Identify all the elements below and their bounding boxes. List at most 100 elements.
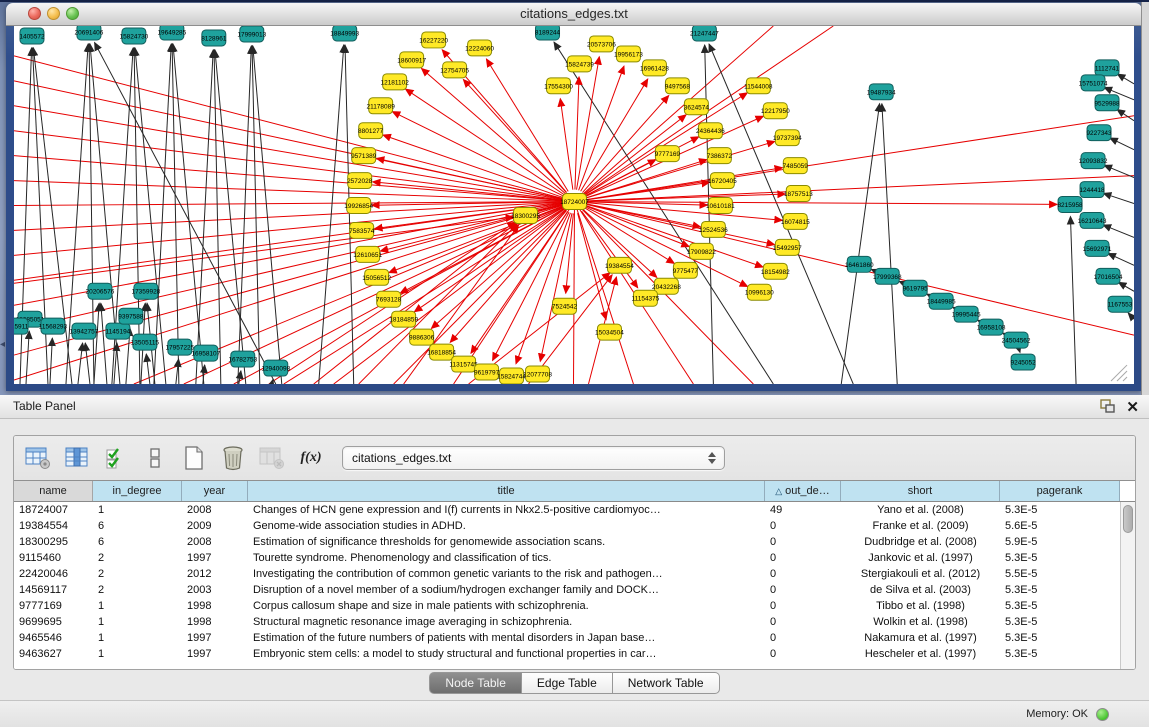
graph-node[interactable]: 12093832 (1079, 153, 1108, 169)
table-cell[interactable]: Embryonic stem cells: a model to study s… (248, 646, 765, 662)
table-cell[interactable]: Dudbridge et al. (2008) (841, 534, 1000, 550)
table-cell[interactable]: 0 (765, 598, 841, 614)
graph-node[interactable]: 16782753 (228, 351, 257, 367)
graph-node[interactable]: 15034504 (595, 324, 624, 340)
citation-network-graph[interactable]: 1872400716227220186009171218110221178089… (14, 26, 1134, 384)
graph-node[interactable]: 11544008 (744, 78, 773, 94)
graph-node[interactable]: 16961428 (640, 60, 669, 76)
table-cell[interactable]: 5.3E-5 (1000, 502, 1120, 518)
table-cell[interactable]: 0 (765, 566, 841, 582)
network-canvas[interactable]: 1872400716227220186009171218110221178089… (14, 26, 1134, 384)
graph-node[interactable]: 18724007 (560, 194, 589, 210)
table-cell[interactable]: 22420046 (14, 566, 93, 582)
show-columns-icon[interactable] (63, 444, 91, 472)
table-cell[interactable]: 1997 (182, 630, 248, 646)
table-cell[interactable]: 0 (765, 582, 841, 598)
graph-node[interactable]: 3915911 (14, 318, 29, 334)
graph-node[interactable]: 17957225 (165, 339, 194, 355)
table-cell[interactable]: 1997 (182, 550, 248, 566)
graph-node[interactable]: 20206576 (86, 283, 115, 299)
table-cell[interactable]: 1998 (182, 598, 248, 614)
table-cell[interactable]: Estimation of the future numbers of pati… (248, 630, 765, 646)
column-header-in_degree[interactable]: in_degree (93, 481, 182, 501)
table-cell[interactable]: 5.6E-5 (1000, 518, 1120, 534)
table-cell[interactable]: 0 (765, 550, 841, 566)
network-window-titlebar[interactable]: citations_edges.txt (6, 3, 1142, 26)
graph-node[interactable]: 9571389 (351, 148, 377, 164)
table-cell[interactable]: Wolkin et al. (1998) (841, 614, 1000, 630)
graph-node[interactable]: 19995445 (952, 306, 981, 322)
new-document-icon[interactable] (180, 444, 208, 472)
table-row[interactable]: 1938455462009Genome-wide association stu… (14, 518, 1120, 534)
close-icon[interactable]: ✕ (1126, 396, 1139, 419)
table-cell[interactable]: Nakamura et al. (1997) (841, 630, 1000, 646)
graph-node[interactable]: 21247447 (690, 26, 719, 41)
graph-node[interactable]: 12754705 (440, 62, 469, 78)
table-cell[interactable]: Hescheler et al. (1997) (841, 646, 1000, 662)
table-cell[interactable]: Changes of HCN gene expression and I(f) … (248, 502, 765, 518)
table-mode-icon[interactable] (24, 444, 52, 472)
table-cell[interactable]: 9463627 (14, 646, 93, 662)
table-cell[interactable]: 0 (765, 630, 841, 646)
table-cell[interactable]: Stergiakouli et al. (2012) (841, 566, 1000, 582)
graph-node[interactable]: 13505115 (131, 334, 160, 350)
table-row[interactable]: 1456911722003Disruption of a novel membe… (14, 582, 1120, 598)
graph-node[interactable]: 18184859 (389, 311, 418, 327)
graph-node[interactable]: 12217950 (761, 103, 790, 119)
graph-node[interactable]: 12224060 (465, 40, 494, 56)
graph-node[interactable]: 7386372 (707, 148, 733, 164)
graph-node[interactable]: 1112741 (1095, 60, 1120, 76)
table-cell[interactable]: 5.9E-5 (1000, 534, 1120, 550)
graph-node[interactable]: 9775477 (673, 262, 699, 278)
graph-node[interactable]: 9245052 (1010, 354, 1036, 370)
table-cell[interactable]: 2012 (182, 566, 248, 582)
table-cell[interactable]: 5.3E-5 (1000, 582, 1120, 598)
table-cell[interactable]: 9115460 (14, 550, 93, 566)
graph-node[interactable]: 15751074 (1079, 75, 1108, 91)
graph-node[interactable]: 17999368 (873, 268, 902, 284)
vertical-scrollbar[interactable] (1120, 502, 1135, 669)
graph-node[interactable]: 18154982 (761, 263, 790, 279)
table-row[interactable]: 1830029562008Estimation of significance … (14, 534, 1120, 550)
graph-node[interactable]: 15824730 (119, 28, 148, 44)
table-cell[interactable]: 2 (93, 582, 182, 598)
table-cell[interactable]: 2003 (182, 582, 248, 598)
graph-node[interactable]: 9886306 (409, 329, 435, 345)
table-row[interactable]: 2242004622012Investigating the contribut… (14, 566, 1120, 582)
graph-node[interactable]: 8801277 (358, 123, 384, 139)
graph-node[interactable]: 12181102 (380, 74, 409, 90)
table-cell[interactable]: 5.3E-5 (1000, 598, 1120, 614)
graph-node[interactable]: 19956173 (614, 46, 643, 62)
graph-node[interactable]: 9497568 (665, 78, 691, 94)
graph-node[interactable]: 13942757 (70, 323, 99, 339)
table-cell[interactable]: 2008 (182, 534, 248, 550)
graph-node[interactable]: 24364436 (696, 123, 725, 139)
graph-node[interactable]: 3624574 (684, 99, 710, 115)
column-header-out_de[interactable]: △out_de… (765, 481, 841, 501)
graph-node[interactable]: 20691406 (75, 26, 104, 40)
table-cell[interactable]: 6 (93, 518, 182, 534)
graph-node[interactable]: 15824739 (565, 56, 594, 72)
graph-node[interactable]: 1244418 (1079, 182, 1105, 198)
graph-node[interactable]: 16958108 (977, 319, 1006, 335)
graph-node[interactable]: 24504562 (1002, 332, 1031, 348)
graph-node[interactable]: 15492957 (773, 239, 802, 255)
graph-node[interactable]: 9227343 (1086, 125, 1112, 141)
graph-node[interactable]: 16461860 (845, 256, 874, 272)
column-header-year[interactable]: year (182, 481, 248, 501)
table-cell[interactable]: 5.5E-5 (1000, 566, 1120, 582)
graph-node[interactable]: 1405572 (19, 28, 45, 44)
table-cell[interactable]: 2008 (182, 502, 248, 518)
graph-node[interactable]: 19926854 (344, 198, 373, 214)
graph-node[interactable]: 19649285 (157, 26, 186, 40)
graph-node[interactable]: 9397588 (118, 308, 144, 324)
graph-node[interactable]: 15056512 (362, 269, 391, 285)
table-cell[interactable]: Yano et al. (2008) (841, 502, 1000, 518)
graph-node[interactable]: 9777169 (655, 146, 681, 162)
graph-node[interactable]: 7485059 (783, 158, 809, 174)
graph-node[interactable]: 9619795 (903, 280, 929, 296)
graph-node[interactable]: 16720405 (708, 173, 737, 189)
select-all-columns-icon[interactable] (102, 444, 130, 472)
table-cell[interactable]: Investigating the contribution of common… (248, 566, 765, 582)
table-cell[interactable]: 5.3E-5 (1000, 630, 1120, 646)
